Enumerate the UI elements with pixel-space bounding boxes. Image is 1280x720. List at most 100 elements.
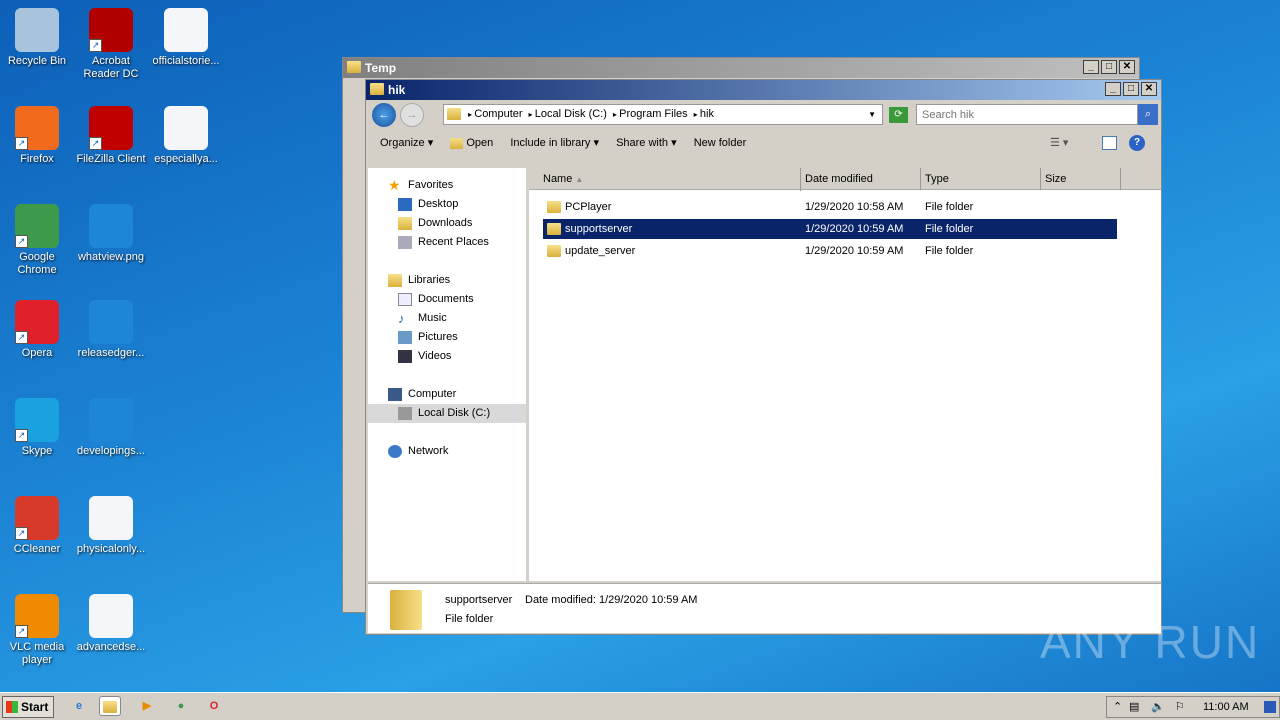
file-row[interactable]: update_server 1/29/2020 10:59 AM File fold… bbox=[543, 241, 1117, 261]
search-input[interactable] bbox=[916, 104, 1138, 125]
chrome-taskbar-icon[interactable]: ● bbox=[170, 696, 192, 716]
column-date[interactable]: Date modified bbox=[801, 168, 921, 190]
tray-expand-icon[interactable]: ⌃ bbox=[1113, 697, 1122, 717]
nav-computer[interactable]: Computer bbox=[368, 385, 526, 404]
organize-button[interactable]: Organize ▾ bbox=[380, 137, 433, 149]
flag-icon[interactable]: ⚐ bbox=[1175, 697, 1185, 717]
open-icon bbox=[450, 137, 464, 149]
nav-downloads[interactable]: Downloads bbox=[368, 214, 526, 233]
column-size[interactable]: Size bbox=[1041, 168, 1121, 190]
nav-local-disk[interactable]: Local Disk (C:) bbox=[368, 404, 526, 423]
breadcrumb-arrow-icon[interactable]: ▸ bbox=[529, 110, 535, 119]
desktop-icon-item[interactable]: physicalonly... bbox=[74, 496, 148, 556]
star-icon: ★ bbox=[388, 177, 401, 193]
desktop-icon-item[interactable]: officialstorie... bbox=[149, 8, 223, 68]
network-tray-icon[interactable]: ▤ bbox=[1129, 697, 1139, 717]
desktop-icon-item[interactable]: ↗ FileZilla Client bbox=[74, 106, 148, 166]
refresh-button[interactable]: ⟳ bbox=[889, 107, 908, 123]
desktop-icon-item[interactable]: ↗ Acrobat Reader DC bbox=[74, 8, 148, 81]
desktop-icon-item[interactable]: ↗ Skype bbox=[0, 398, 74, 458]
nav-favorites[interactable]: ★ Favorites bbox=[368, 176, 526, 195]
explorer-taskbar-icon[interactable] bbox=[99, 696, 121, 716]
navigation-pane: ★ Favorites Desktop Downloads Recent Plac… bbox=[368, 168, 526, 581]
desktop-icon-item[interactable]: ↗ Google Chrome bbox=[0, 204, 74, 277]
show-desktop-button[interactable] bbox=[1264, 701, 1276, 713]
maximize-button[interactable]: □ bbox=[1101, 60, 1117, 74]
breadcrumb-item[interactable]: Program Files bbox=[619, 108, 687, 120]
temp-titlebar[interactable]: Temp _ □ ✕ bbox=[343, 58, 1139, 78]
preview-pane-icon[interactable] bbox=[1102, 136, 1117, 150]
shortcut-arrow-icon: ↗ bbox=[15, 429, 28, 442]
forward-button[interactable]: → bbox=[400, 103, 424, 127]
maximize-button[interactable]: □ bbox=[1123, 82, 1139, 96]
start-button[interactable]: Start bbox=[2, 696, 54, 718]
desktop-icon bbox=[398, 198, 412, 211]
breadcrumb-item[interactable]: hik bbox=[700, 108, 714, 120]
desktop-icon-label: officialstorie... bbox=[152, 55, 220, 67]
open-button[interactable]: Open bbox=[450, 137, 493, 149]
desktop-icon-item[interactable]: especiallya... bbox=[149, 106, 223, 166]
new-folder-button[interactable]: New folder bbox=[694, 137, 747, 149]
breadcrumb-item[interactable]: Local Disk (C:) bbox=[535, 108, 607, 120]
column-type[interactable]: Type bbox=[921, 168, 1041, 190]
nav-desktop[interactable]: Desktop bbox=[368, 195, 526, 214]
disk-icon bbox=[398, 407, 412, 420]
file-row[interactable]: supportserver 1/29/2020 10:59 AM File fold… bbox=[543, 219, 1117, 239]
nav-pictures[interactable]: Pictures bbox=[368, 328, 526, 347]
view-options-icon[interactable]: ☰ ▾ bbox=[1050, 128, 1068, 158]
desktop-icon-item[interactable]: ↗ Opera bbox=[0, 300, 74, 360]
shortcut-arrow-icon: ↗ bbox=[89, 137, 102, 150]
minimize-button[interactable]: _ bbox=[1105, 82, 1121, 96]
ie-taskbar-icon[interactable]: e bbox=[68, 696, 90, 716]
word-doc-icon bbox=[164, 106, 208, 150]
media-player-taskbar-icon[interactable]: ▶ bbox=[136, 696, 158, 716]
desktop-icon-item[interactable]: advancedse... bbox=[74, 594, 148, 654]
close-button[interactable]: ✕ bbox=[1141, 82, 1157, 96]
address-bar[interactable]: ▸ Computer ▸ Local Disk (C:) ▸ Program Fil… bbox=[443, 104, 883, 125]
nav-videos[interactable]: Videos bbox=[368, 347, 526, 366]
hik-titlebar[interactable]: hik _ □ ✕ bbox=[366, 80, 1161, 100]
folder-icon bbox=[547, 223, 561, 235]
opera-icon: ↗ bbox=[15, 300, 59, 344]
acrobat-icon: ↗ bbox=[89, 8, 133, 52]
desktop-icon-label: Opera bbox=[21, 347, 53, 359]
nav-network[interactable]: Network bbox=[368, 442, 526, 461]
desktop-icon-item[interactable]: ↗ CCleaner bbox=[0, 496, 74, 556]
nav-music[interactable]: ♪ Music bbox=[368, 309, 526, 328]
minimize-button[interactable]: _ bbox=[1083, 60, 1099, 74]
desktop-icon-item[interactable]: ↗ Firefox bbox=[0, 106, 74, 166]
back-button[interactable]: ← bbox=[372, 103, 396, 127]
desktop-icon-item[interactable]: Recycle Bin bbox=[0, 8, 74, 68]
share-with-button[interactable]: Share with ▾ bbox=[616, 137, 677, 149]
breadcrumb-arrow-icon[interactable]: ▸ bbox=[694, 110, 700, 119]
column-name[interactable]: Name ▲ bbox=[529, 168, 801, 191]
desktop-icon-label: advancedse... bbox=[76, 641, 146, 653]
address-dropdown-icon[interactable]: ▼ bbox=[868, 105, 876, 124]
desktop-icon-item[interactable]: ↗ VLC media player bbox=[0, 594, 74, 667]
search-icon[interactable]: ⌕ bbox=[1138, 104, 1158, 125]
opera-taskbar-icon[interactable]: O bbox=[203, 696, 225, 716]
recycle-bin-icon bbox=[15, 8, 59, 52]
desktop-icon-item[interactable]: whatview.png bbox=[74, 204, 148, 264]
recent-places-icon bbox=[398, 236, 412, 249]
volume-icon[interactable]: 🔈 bbox=[1151, 697, 1165, 717]
nav-recent-places[interactable]: Recent Places bbox=[368, 233, 526, 252]
nav-documents[interactable]: Documents bbox=[368, 290, 526, 309]
file-icon bbox=[89, 300, 133, 344]
clock[interactable]: 11:00 AM bbox=[1203, 697, 1249, 717]
breadcrumb-item[interactable]: Computer bbox=[474, 108, 522, 120]
file-row[interactable]: PCPlayer 1/29/2020 10:58 AM File folder bbox=[543, 197, 1117, 217]
taskbar: Start e ▶ ● O ⌃ ▤ 🔈 ⚐ 11:00 AM bbox=[0, 692, 1280, 720]
word-doc-icon bbox=[89, 594, 133, 638]
file-type: File folder bbox=[925, 201, 974, 213]
music-icon: ♪ bbox=[398, 311, 405, 326]
desktop-icon-item[interactable]: developings... bbox=[74, 398, 148, 458]
shortcut-arrow-icon: ↗ bbox=[15, 137, 28, 150]
desktop-icon-item[interactable]: releasedger... bbox=[74, 300, 148, 360]
close-button[interactable]: ✕ bbox=[1119, 60, 1135, 74]
nav-libraries[interactable]: Libraries bbox=[368, 271, 526, 290]
help-icon[interactable]: ? bbox=[1129, 135, 1145, 151]
file-icon bbox=[89, 398, 133, 442]
shortcut-arrow-icon: ↗ bbox=[15, 625, 28, 638]
include-in-library-button[interactable]: Include in library ▾ bbox=[510, 137, 599, 149]
